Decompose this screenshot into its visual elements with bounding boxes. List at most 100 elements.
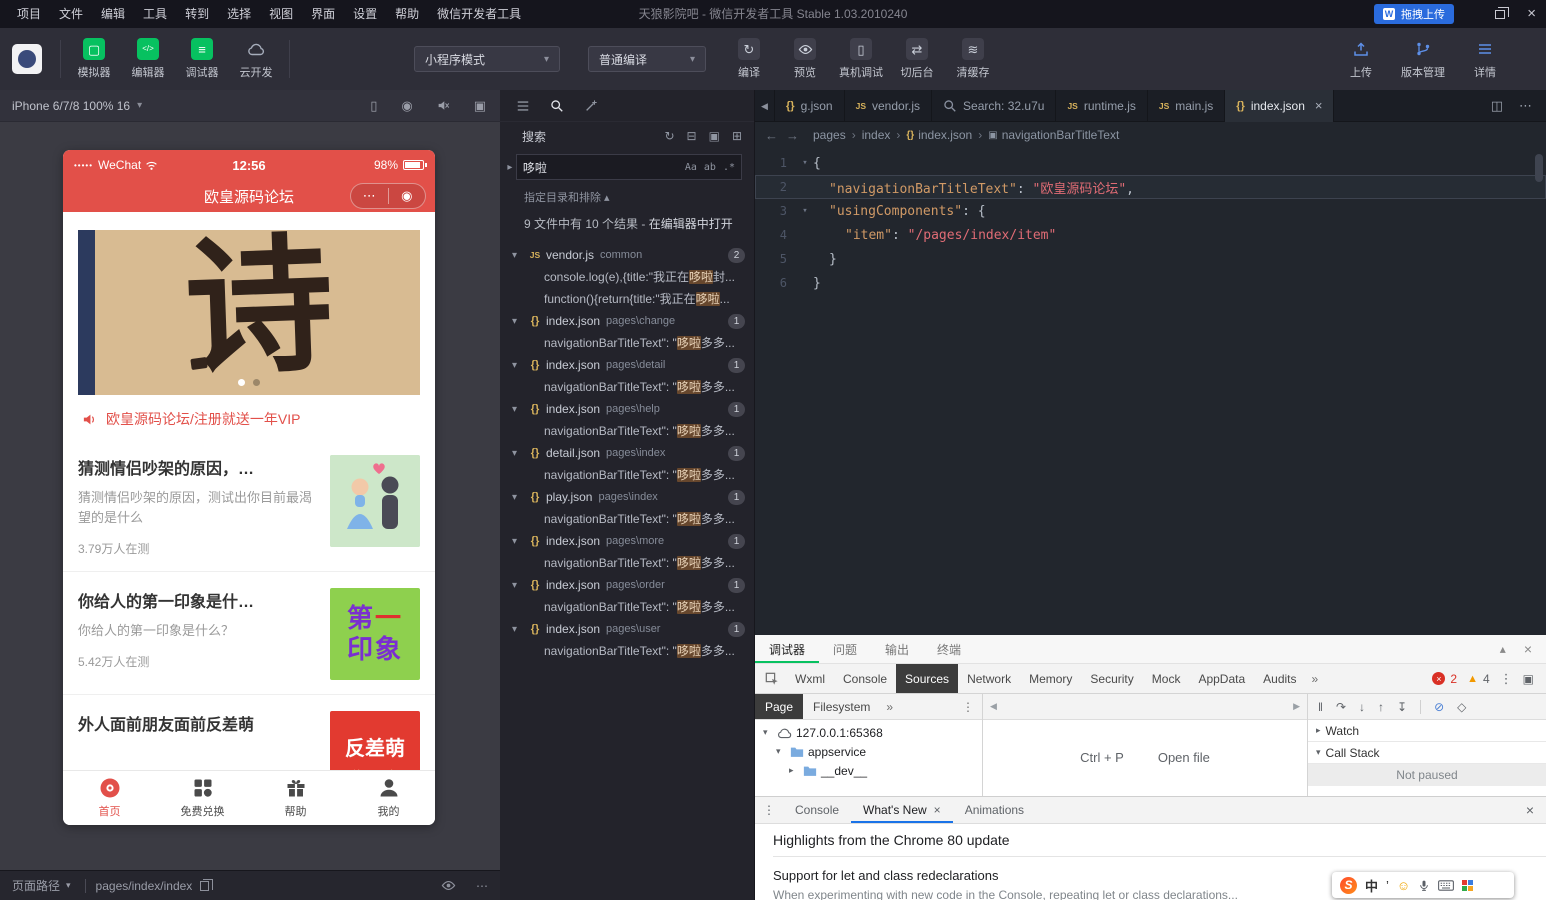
search-result-match[interactable]: navigationBarTitleText": "哆啦多多... (500, 332, 754, 354)
search-result-match[interactable]: navigationBarTitleText": "哆啦多多... (500, 596, 754, 618)
close-drawer-icon[interactable]: × (1526, 802, 1534, 818)
forward-icon[interactable]: → (786, 128, 799, 143)
match-case-icon[interactable]: Aa (685, 162, 697, 173)
devtools-tab[interactable]: Security (1081, 664, 1142, 693)
step-out-icon[interactable]: ↑ (1378, 700, 1384, 714)
close-tab-icon[interactable]: × (1315, 98, 1323, 113)
tab-scroll-right-icon[interactable]: ▶ (1293, 701, 1300, 712)
file-list-icon[interactable] (516, 99, 530, 113)
panel-tab[interactable]: 问题 (819, 635, 871, 663)
emoji-icon[interactable]: ☺ (1397, 878, 1410, 893)
mode-select[interactable]: 小程序模式 ▾ (414, 46, 560, 72)
dock-side-icon[interactable]: ▣ (1523, 672, 1534, 686)
navigator-menu-icon[interactable]: ⋮ (962, 700, 974, 714)
quiz-card[interactable]: 猜测情侣吵架的原因，… 猜测情侣吵架的原因，测试出你目前最渴望的是什么 3.79万人… (63, 439, 435, 571)
search-result-file[interactable]: ▾{} index.json pages\more 1 (500, 530, 754, 552)
whole-word-icon[interactable]: ab (704, 162, 716, 173)
search-result-match[interactable]: navigationBarTitleText": "哆啦多多... (500, 552, 754, 574)
search-result-file[interactable]: ▾{} index.json pages\change 1 (500, 310, 754, 332)
menu-item[interactable]: 项目 (8, 0, 50, 28)
devtools-tab[interactable]: Network (958, 664, 1020, 693)
ime-language-toggle[interactable]: 中 (1365, 876, 1378, 895)
drag-upload-button[interactable]: W 拖拽上传 (1374, 4, 1454, 24)
tab-scroll-left-icon[interactable]: ◀ (755, 89, 775, 122)
menu-item[interactable]: 转到 (176, 0, 218, 28)
step-icon[interactable]: ↧ (1397, 700, 1407, 714)
code-line[interactable]: 2 "navigationBarTitleText": "欧皇源码论坛", (755, 175, 1546, 199)
open-in-editor-link[interactable]: 在编辑器中打开 (649, 217, 733, 231)
inspect-element-icon[interactable] (765, 672, 779, 686)
toolbar-button-debugger[interactable]: ≡ 调试器 (175, 38, 229, 80)
search-result-file[interactable]: ▾{} index.json pages\help 1 (500, 398, 754, 420)
more-menu-icon[interactable]: ⋯ (351, 184, 388, 208)
search-result-file[interactable]: ▾ JS vendor.js common 2 (500, 244, 754, 266)
menu-item[interactable]: 帮助 (386, 0, 428, 28)
editor-tab[interactable]: Search: 32.u7u (932, 89, 1057, 122)
editor-tab[interactable]: {} g.json (775, 89, 845, 122)
sogou-logo-icon[interactable]: S (1340, 876, 1357, 894)
editor-tab[interactable]: JS main.js (1148, 89, 1226, 122)
mute-icon[interactable] (437, 99, 450, 112)
editor-tab[interactable]: JS vendor.js (845, 89, 933, 122)
ime-toolbox-icon[interactable] (1462, 879, 1474, 891)
clear-results-icon[interactable]: ⊟ (687, 129, 697, 143)
menu-item[interactable]: 视图 (260, 0, 302, 28)
shortcut-action[interactable]: Open file (1158, 750, 1210, 765)
search-result-file[interactable]: ▾{} detail.json pages\index 1 (500, 442, 754, 464)
search-result-file[interactable]: ▾{} index.json pages\user 1 (500, 618, 754, 640)
source-tree-item[interactable]: ▾ 127.0.0.1:65368 (755, 723, 982, 742)
search-result-file[interactable]: ▾{} play.json pages\index 1 (500, 486, 754, 508)
search-result-match[interactable]: navigationBarTitleText": "哆啦多多... (500, 420, 754, 442)
warning-badge-icon[interactable]: ▲ (1467, 673, 1478, 685)
code-area[interactable]: 1 ▾{2 "navigationBarTitleText": "欧皇源码论坛", 3… (755, 148, 1546, 295)
search-result-match[interactable]: navigationBarTitleText": "哆啦多多... (500, 508, 754, 530)
search-input[interactable] (522, 160, 678, 174)
search-icon[interactable] (550, 99, 564, 113)
page-path-label[interactable]: 页面路径 (12, 877, 60, 894)
back-icon[interactable]: ← (765, 128, 778, 143)
device-select[interactable]: iPhone 6/7/8 100% 16 ▾ (12, 99, 142, 113)
regex-icon[interactable]: .* (723, 162, 735, 173)
toolbar-button-version[interactable]: 版本管理 (1396, 38, 1450, 80)
search-result-match[interactable]: console.log(e),{title:"我正在哆啦封... (500, 266, 754, 288)
copy-path-icon[interactable] (200, 878, 214, 891)
close-tab-icon[interactable]: × (934, 803, 941, 817)
split-editor-icon[interactable]: ◫ (1491, 98, 1503, 114)
user-avatar[interactable] (12, 44, 42, 74)
tab-scroll-left-icon[interactable]: ◀ (990, 701, 997, 712)
editor-tab[interactable]: JS runtime.js (1056, 89, 1148, 122)
fold-icon[interactable]: ▾ (797, 158, 813, 168)
source-tree-item[interactable]: ▾ appservice (755, 742, 982, 761)
search-result-file[interactable]: ▾{} index.json pages\order 1 (500, 574, 754, 596)
devtools-tab[interactable]: Console (834, 664, 896, 693)
record-icon[interactable]: ◉ (401, 98, 412, 114)
compile-mode-select[interactable]: 普通编译 ▾ (588, 46, 706, 72)
announcement-bar[interactable]: 欧皇源码论坛/注册就送一年VIP (63, 395, 435, 439)
call-stack-section[interactable]: ▾ Call Stack (1308, 742, 1546, 764)
warning-count[interactable]: 4 (1483, 672, 1490, 686)
search-include-exclude-toggle[interactable]: 指定目录和排除 ▴ (500, 184, 754, 209)
tabbar-item[interactable]: 首页 (63, 771, 156, 825)
code-line[interactable]: 6} (755, 271, 1546, 295)
toolbar-button-preview[interactable]: 预览 (778, 38, 832, 80)
watch-section[interactable]: ▸ Watch (1308, 720, 1546, 742)
tabbar-item[interactable]: 我的 (342, 771, 435, 825)
devtools-menu-icon[interactable]: ⋮ (1500, 671, 1513, 687)
restore-window-icon[interactable] (1495, 6, 1510, 19)
screenshot-icon[interactable]: ▣ (474, 98, 486, 114)
eye-icon[interactable] (441, 878, 456, 893)
pause-script-icon[interactable]: ‖ (1318, 700, 1323, 714)
tabbar-item[interactable]: 免费兑换 (156, 771, 249, 825)
step-into-icon[interactable]: ↓ (1359, 700, 1365, 714)
drawer-tab[interactable]: Animations (953, 797, 1036, 823)
exit-miniprogram-icon[interactable]: ◉ (389, 184, 426, 208)
devtools-tab[interactable]: AppData (1189, 664, 1254, 693)
collapse-panel-icon[interactable]: ▴ (1500, 642, 1506, 656)
editor-more-icon[interactable]: ⋯ (1519, 98, 1532, 114)
breadcrumb-item[interactable]: pages (813, 128, 846, 142)
menu-item[interactable]: 编辑 (92, 0, 134, 28)
devtools-tab[interactable]: Wxml (786, 664, 834, 693)
pause-on-exceptions-icon[interactable]: ◇ (1457, 700, 1466, 714)
more-tabs-icon[interactable]: » (1306, 672, 1325, 686)
search-result-match[interactable]: navigationBarTitleText": "哆啦多多... (500, 464, 754, 486)
